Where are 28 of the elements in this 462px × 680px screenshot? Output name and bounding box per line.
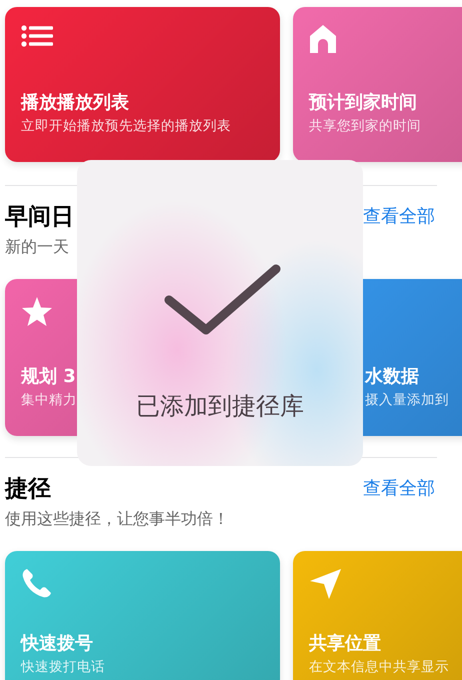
phone-icon xyxy=(21,568,53,598)
shortcut-card[interactable]: 快速拨号 快速拨打电话 xyxy=(5,551,280,680)
card-subtitle: 快速拨打电话 xyxy=(21,658,105,677)
see-all-link[interactable]: 查看全部 xyxy=(363,202,435,232)
card-subtitle: 立即开始播放预先选择的播放列表 xyxy=(21,117,231,136)
list-icon xyxy=(21,24,53,48)
section-subtitle: 新的一天 xyxy=(4,236,70,258)
shortcut-card[interactable]: 共享位置 在文本信息中共享显示 xyxy=(293,551,462,680)
card-subtitle: 在文本信息中共享显示 xyxy=(309,658,449,677)
section-title: 捷径 xyxy=(5,475,51,504)
house-icon xyxy=(309,24,337,54)
star-icon xyxy=(21,296,53,327)
section-title: 早间日 xyxy=(5,203,74,232)
card-subtitle: 集中精力 xyxy=(21,391,77,410)
card-title: 规划 3 xyxy=(21,365,76,389)
card-subtitle: 摄入量添加到 xyxy=(365,391,449,410)
section-subtitle: 使用这些捷径，让您事半功倍！ xyxy=(4,508,230,530)
toast-message: 已添加到捷径库 xyxy=(136,391,304,421)
shortcut-card[interactable]: 播放播放列表 立即开始播放预先选择的播放列表 xyxy=(5,7,280,162)
card-title: 快速拨号 xyxy=(21,632,93,656)
card-title: 预计到家时间 xyxy=(309,91,417,115)
see-all-link[interactable]: 查看全部 xyxy=(363,474,435,504)
card-title: 水数据 xyxy=(365,365,419,389)
card-title: 共享位置 xyxy=(309,632,381,656)
card-subtitle: 共享您到家的时间 xyxy=(309,117,421,136)
card-title: 播放播放列表 xyxy=(21,91,129,115)
shortcut-card[interactable]: 预计到家时间 共享您到家的时间 xyxy=(293,7,462,162)
navigation-arrow-icon xyxy=(309,568,342,600)
